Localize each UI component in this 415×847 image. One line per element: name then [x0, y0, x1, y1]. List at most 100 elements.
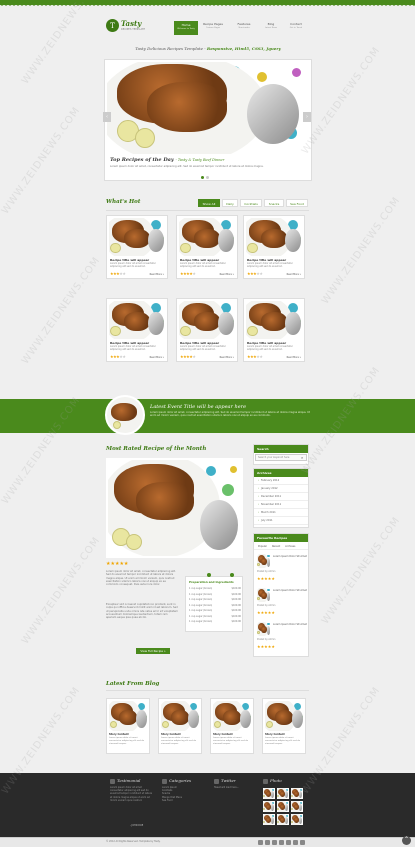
- featured-slider[interactable]: ‹ › Top Recipes of the Day - Tasty & Tas…: [103, 59, 312, 181]
- logo-icon[interactable]: T: [106, 19, 119, 32]
- blog-image[interactable]: [213, 701, 253, 731]
- footer-photo[interactable]: [263, 814, 275, 825]
- archive-link[interactable]: February 2012: [254, 477, 308, 485]
- blog-card[interactable]: Story Content Lorem ipsum dolor sit amet …: [106, 698, 150, 754]
- read-more-link[interactable]: Read More »: [287, 356, 301, 359]
- nav-features-label: Features: [237, 22, 251, 26]
- blog-image[interactable]: [109, 701, 149, 731]
- favourite-title[interactable]: Lorem Ipsum Dolor Sit Amet: [273, 623, 307, 626]
- rss-icon[interactable]: [272, 840, 277, 845]
- nav-contact[interactable]: Contact Get in Touch: [284, 22, 308, 34]
- recipe-card[interactable]: Recipe title will appear Lorem ipsum dolo…: [243, 298, 305, 362]
- favourite-item[interactable]: Lorem Ipsum Dolor Sit Amet Posted by Admi…: [257, 622, 307, 649]
- youtube-icon[interactable]: [286, 840, 291, 845]
- slider-subtitle: - Tasty & Tasty Beef Dinner: [175, 158, 225, 162]
- favourite-item[interactable]: Lorem Ipsum Dolor Sit Amet Posted by Admi…: [257, 588, 307, 615]
- recipe-card[interactable]: Recipe title will appear Lorem ipsum dolo…: [176, 215, 238, 279]
- archive-link[interactable]: July 2011: [254, 517, 308, 525]
- nav-features[interactable]: Features Shortcodes: [232, 22, 256, 34]
- read-more-link[interactable]: Read More »: [150, 273, 164, 276]
- blog-image[interactable]: [161, 701, 201, 731]
- nav-recipe-pages[interactable]: Recipe Pages Custom Pages: [201, 22, 225, 34]
- recipe-card[interactable]: Recipe title will appear Lorem ipsum dolo…: [106, 298, 168, 362]
- slider-next-button[interactable]: ›: [303, 112, 311, 122]
- slider-dot-active[interactable]: [201, 176, 204, 179]
- logo-name[interactable]: Tasty: [121, 19, 141, 28]
- footer-photo[interactable]: [263, 788, 275, 799]
- blog-image[interactable]: [265, 701, 305, 731]
- footer-photo[interactable]: [291, 801, 303, 812]
- view-full-recipe-button[interactable]: View Full Recipe »: [136, 648, 170, 654]
- footer-photo[interactable]: [291, 814, 303, 825]
- blog-title[interactable]: Story Content: [161, 733, 181, 736]
- fav-tab-archives[interactable]: Archives: [283, 544, 297, 549]
- archive-link[interactable]: January 2012: [254, 485, 308, 493]
- fav-tab-popular[interactable]: Popular: [256, 544, 269, 549]
- favourite-title[interactable]: Lorem Ipsum Dolor Sit Amet: [273, 555, 307, 558]
- blog-title[interactable]: Story Content: [265, 733, 285, 736]
- nav-blog[interactable]: Blog Latest News: [259, 22, 283, 34]
- rating-stars: ★★★★★: [110, 354, 126, 359]
- recipe-image[interactable]: [246, 218, 304, 256]
- recipe-image[interactable]: [179, 218, 237, 256]
- recipe-card[interactable]: Recipe title will appear Lorem ipsum dolo…: [106, 215, 168, 279]
- footer-photo[interactable]: [277, 801, 289, 812]
- category-link[interactable]: Sea Food: [162, 799, 202, 802]
- back-to-top-icon[interactable]: ⌃: [402, 836, 411, 845]
- watermark: WWW.ZEIDNEWS.COM: [320, 194, 403, 307]
- favourite-thumb[interactable]: [257, 554, 271, 568]
- favourite-title[interactable]: Lorem Ipsum Dolor Sit Amet: [273, 589, 307, 592]
- linkedin-icon[interactable]: [300, 840, 305, 845]
- rating-stars: ★★★★★: [180, 354, 196, 359]
- blog-card[interactable]: Story Content Lorem ipsum dolor sit amet …: [262, 698, 306, 754]
- fav-tab-recent[interactable]: Recent: [270, 544, 282, 549]
- twitter-social-icon[interactable]: [265, 840, 270, 845]
- ingredient-row: 1 cup sugar (brown) $100.00: [189, 620, 241, 626]
- tab-cocktails[interactable]: Cocktails: [240, 199, 262, 207]
- recipe-image[interactable]: [109, 301, 167, 339]
- favourite-thumb[interactable]: [257, 588, 271, 602]
- slider-dot[interactable]: [206, 176, 209, 179]
- quote-icon: [110, 779, 115, 784]
- footer-photo[interactable]: [263, 801, 275, 812]
- read-more-link[interactable]: Read More »: [287, 273, 301, 276]
- google-icon[interactable]: [279, 840, 284, 845]
- slider-title: Top Recipes of the Day: [110, 157, 174, 163]
- pin-icon: [230, 573, 234, 577]
- read-more-link[interactable]: Read More »: [150, 356, 164, 359]
- facebook-icon[interactable]: [258, 840, 263, 845]
- recipe-card[interactable]: Recipe title will appear Lorem ipsum dolo…: [176, 298, 238, 362]
- testimonial-title: Testimonial: [117, 778, 141, 783]
- footer-photo[interactable]: [277, 814, 289, 825]
- blog-card[interactable]: Story Content Lorem ipsum dolor sit amet …: [158, 698, 202, 754]
- tab-snacks[interactable]: Snacks: [264, 199, 284, 207]
- blog-title[interactable]: Story Content: [109, 733, 129, 736]
- nav-home[interactable]: Home Welcome to Tasty: [174, 21, 198, 35]
- slider-prev-button[interactable]: ‹: [103, 112, 111, 122]
- recipe-image[interactable]: [246, 301, 304, 339]
- read-more-link[interactable]: Read More »: [220, 356, 234, 359]
- footer-photo[interactable]: [291, 788, 303, 799]
- favourite-item[interactable]: Lorem Ipsum Dolor Sit Amet Posted by Admi…: [257, 554, 307, 581]
- archive-link[interactable]: March 2011: [254, 509, 308, 517]
- blog-title[interactable]: Story Content: [213, 733, 233, 736]
- search-input[interactable]: Search your keyword here: [255, 454, 307, 461]
- recipe-image[interactable]: [179, 301, 237, 339]
- flickr-icon[interactable]: [293, 840, 298, 845]
- tab-show-all[interactable]: Show All: [198, 199, 220, 207]
- archive-link[interactable]: December 2011: [254, 493, 308, 501]
- slider-image: [107, 62, 309, 154]
- archive-link[interactable]: November 2011: [254, 501, 308, 509]
- search-icon[interactable]: ⌕: [301, 455, 303, 460]
- favourite-thumb[interactable]: [257, 622, 271, 636]
- read-more-link[interactable]: Read More »: [220, 273, 234, 276]
- tab-sea-food[interactable]: Sea Food: [286, 199, 308, 207]
- blog-card[interactable]: Story Content Lorem ipsum dolor sit amet …: [210, 698, 254, 754]
- footer-photo[interactable]: [277, 788, 289, 799]
- tab-daily[interactable]: Daily: [222, 199, 238, 207]
- recipe-card[interactable]: Recipe title will appear Lorem ipsum dolo…: [243, 215, 305, 279]
- event-title[interactable]: Latest Event Title will be appear here: [150, 404, 246, 410]
- recipe-text: Lorem ipsum dolor sit amet consectetur a…: [247, 345, 293, 351]
- recipe-image[interactable]: [109, 218, 167, 256]
- favourite-title: Favourite Recipes: [254, 534, 308, 542]
